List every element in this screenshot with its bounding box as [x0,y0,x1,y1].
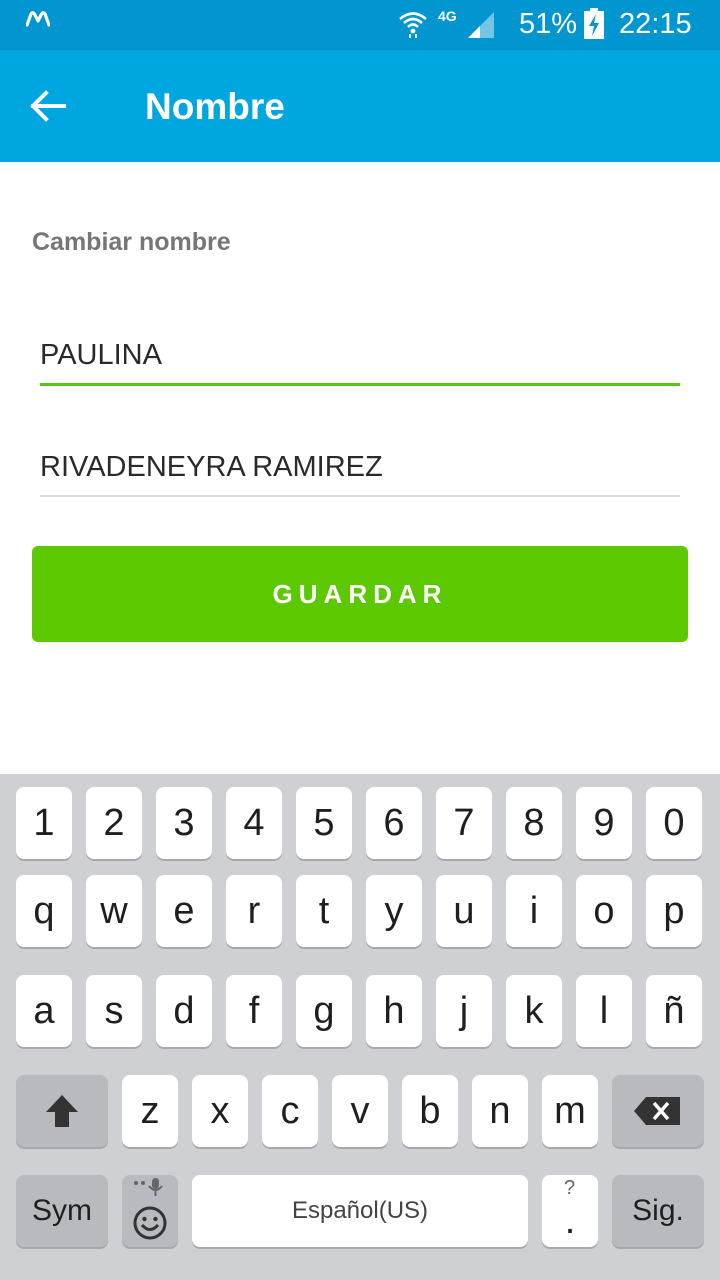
save-button[interactable]: GUARDAR [32,546,688,642]
key-num-1[interactable]: 1 [16,787,72,859]
battery-percentage: 51% [519,8,578,40]
signal-strength-icon [468,12,494,38]
battery-charging-icon [584,8,604,39]
key-num-6[interactable]: 6 [366,787,422,859]
key-num-3[interactable]: 3 [156,787,212,859]
sym-key[interactable]: Sym [16,1175,108,1247]
key-d[interactable]: d [156,975,212,1047]
key-w[interactable]: w [86,875,142,947]
emoji-smiley-icon [133,1206,167,1240]
next-key[interactable]: Sig. [612,1175,704,1247]
key-num-4[interactable]: 4 [226,787,282,859]
last-name-input[interactable] [40,447,680,487]
back-arrow-icon[interactable] [28,88,68,124]
page-title: Nombre [145,86,285,127]
key-num-5[interactable]: 5 [296,787,352,859]
shift-key[interactable] [16,1075,108,1147]
key-q[interactable]: q [16,875,72,947]
key-y[interactable]: y [366,875,422,947]
key-j[interactable]: j [436,975,492,1047]
key-num-8[interactable]: 8 [506,787,562,859]
clock: 22:15 [619,8,692,40]
key-l[interactable]: l [576,975,632,1047]
key-h[interactable]: h [366,975,422,1047]
key-u[interactable]: u [436,875,492,947]
key-num-7[interactable]: 7 [436,787,492,859]
key-k[interactable]: k [506,975,562,1047]
last-name-underline [40,495,680,497]
period-label: . [564,1199,576,1242]
backspace-icon [634,1097,680,1125]
carrier-logo-icon [26,11,50,27]
key-p[interactable]: p [646,875,702,947]
key-c[interactable]: c [262,1075,318,1147]
network-type-label: 4G [438,8,457,24]
key-n[interactable]: n [472,1075,528,1147]
period-key[interactable]: ? . [542,1175,598,1247]
soft-keyboard: Sym Español(US) ? . Sig. 1234567890 qwert… [0,774,720,1280]
key-num-9[interactable]: 9 [576,787,632,859]
key-f[interactable]: f [226,975,282,1047]
key-ñ[interactable]: ñ [646,975,702,1047]
key-z[interactable]: z [122,1075,178,1147]
key-g[interactable]: g [296,975,352,1047]
wifi-icon [399,12,427,38]
first-name-underline [40,383,680,386]
key-r[interactable]: r [226,875,282,947]
key-s[interactable]: s [86,975,142,1047]
key-num-2[interactable]: 2 [86,787,142,859]
shift-arrow-icon [46,1095,78,1127]
key-o[interactable]: o [576,875,632,947]
status-bar: 4G 51% 22:15 [0,0,720,50]
app-bar: Nombre [0,50,720,162]
key-t[interactable]: t [296,875,352,947]
punctuation-hint: ? [563,1177,577,1199]
key-e[interactable]: e [156,875,212,947]
key-i[interactable]: i [506,875,562,947]
key-v[interactable]: v [332,1075,388,1147]
key-num-0[interactable]: 0 [646,787,702,859]
section-label: Cambiar nombre [32,228,231,256]
emoji-key[interactable] [122,1175,178,1247]
key-m[interactable]: m [542,1075,598,1147]
space-key[interactable]: Español(US) [192,1175,528,1247]
key-a[interactable]: a [16,975,72,1047]
key-x[interactable]: x [192,1075,248,1147]
microphone-hint-icon [134,1178,163,1196]
key-b[interactable]: b [402,1075,458,1147]
backspace-key[interactable] [612,1075,704,1147]
first-name-input[interactable] [40,335,680,375]
